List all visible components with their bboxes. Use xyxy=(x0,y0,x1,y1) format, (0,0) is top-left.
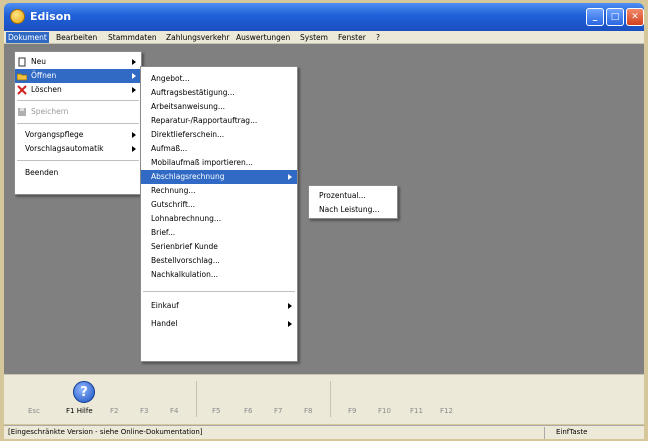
menu-item-direktlieferschein[interactable]: Direktlieferschein... xyxy=(141,128,297,142)
menu-item-gutschrift[interactable]: Gutschrift... xyxy=(141,198,297,212)
open-folder-icon xyxy=(16,71,28,81)
menu-item-aufmass[interactable]: Aufmaß... xyxy=(141,142,297,156)
submenu-arrow-icon xyxy=(132,87,136,93)
menu-item-mobilaufmass[interactable]: Mobilaufmaß importieren... xyxy=(141,156,297,170)
toolbar-divider xyxy=(196,381,197,417)
submenu-arrow-icon xyxy=(288,174,292,180)
menu-separator xyxy=(17,100,139,101)
fkey-f8[interactable]: F8 xyxy=(304,407,312,415)
fkey-f11[interactable]: F11 xyxy=(410,407,423,415)
fkey-f5[interactable]: F5 xyxy=(212,407,220,415)
minimize-button[interactable]: _ xyxy=(586,8,604,26)
fkey-f12[interactable]: F12 xyxy=(440,407,453,415)
menu-separator xyxy=(143,291,295,292)
menu-system[interactable]: System xyxy=(298,32,330,43)
oeffnen-submenu: Angebot... Auftragsbestätigung... Arbeit… xyxy=(140,66,298,362)
delete-x-icon xyxy=(17,85,27,95)
fkey-f10[interactable]: F10 xyxy=(378,407,391,415)
fkey-f4[interactable]: F4 xyxy=(170,407,178,415)
maximize-button[interactable]: □ xyxy=(606,8,624,26)
menu-dokument[interactable]: Dokument xyxy=(6,32,49,43)
help-icon[interactable]: ? xyxy=(73,381,95,403)
menu-item-neu[interactable]: Neu xyxy=(15,55,141,69)
menu-separator xyxy=(17,160,139,161)
menu-fenster[interactable]: Fenster xyxy=(336,32,368,43)
function-key-toolbar: ? Esc F1 Hilfe F2 F3 F4 F5 F6 F7 F8 F9 F… xyxy=(4,374,644,424)
fkey-f9[interactable]: F9 xyxy=(348,407,356,415)
new-document-icon xyxy=(17,57,27,67)
save-icon xyxy=(17,107,27,117)
menu-item-rechnung[interactable]: Rechnung... xyxy=(141,184,297,198)
fkey-esc[interactable]: Esc xyxy=(28,407,40,415)
fkey-f3[interactable]: F3 xyxy=(140,407,148,415)
menu-item-oeffnen[interactable]: Öffnen xyxy=(15,69,141,83)
menu-item-vorgangspflege[interactable]: Vorgangspflege xyxy=(15,128,141,142)
app-icon xyxy=(10,9,25,24)
menu-item-vorschlagsautomatik[interactable]: Vorschlagsautomatik xyxy=(15,142,141,156)
submenu-arrow-icon xyxy=(132,59,136,65)
submenu-arrow-icon xyxy=(132,73,136,79)
menu-item-abschlagsrechnung[interactable]: Abschlagsrechnung xyxy=(141,170,297,184)
window-title: Edison xyxy=(30,10,72,23)
menu-item-prozentual[interactable]: Prozentual... xyxy=(309,189,397,203)
fkey-f6[interactable]: F6 xyxy=(244,407,252,415)
submenu-arrow-icon xyxy=(288,321,292,327)
status-insert-key: EinfTaste xyxy=(556,428,588,436)
toolbar-divider xyxy=(330,381,331,417)
dokument-menu: Neu Öffnen Löschen Speichern Vorgangspfl… xyxy=(14,51,142,195)
menu-item-angebot[interactable]: Angebot... xyxy=(141,72,297,86)
submenu-arrow-icon xyxy=(132,132,136,138)
menu-item-serienbrief-kunde[interactable]: Serienbrief Kunde xyxy=(141,240,297,254)
submenu-arrow-icon xyxy=(132,146,136,152)
status-message: [Eingeschränkte Version - siehe Online-D… xyxy=(8,428,203,436)
abschlagsrechnung-submenu: Prozentual... Nach Leistung... xyxy=(308,185,398,219)
menu-item-brief[interactable]: Brief... xyxy=(141,226,297,240)
close-button[interactable]: ✕ xyxy=(626,8,644,26)
menu-item-lohnabrechnung[interactable]: Lohnabrechnung... xyxy=(141,212,297,226)
menu-separator xyxy=(17,123,139,124)
status-bar: [Eingeschränkte Version - siehe Online-D… xyxy=(4,425,644,439)
menu-item-arbeitsanweisung[interactable]: Arbeitsanweisung... xyxy=(141,100,297,114)
menu-item-beenden[interactable]: Beenden xyxy=(15,166,141,180)
menu-auswertungen[interactable]: Auswertungen xyxy=(234,32,292,43)
title-bar: Edison _ □ ✕ xyxy=(4,3,644,31)
menu-item-loeschen[interactable]: Löschen xyxy=(15,83,141,97)
menu-item-handel[interactable]: Handel xyxy=(141,317,297,331)
fkey-f1-help[interactable]: F1 Hilfe xyxy=(66,407,93,415)
menu-item-bestellvorschlag[interactable]: Bestellvorschlag... xyxy=(141,254,297,268)
fkey-f7[interactable]: F7 xyxy=(274,407,282,415)
menu-stammdaten[interactable]: Stammdaten xyxy=(106,32,159,43)
menu-item-reparaturauftrag[interactable]: Reparatur-/Rapportauftrag... xyxy=(141,114,297,128)
menu-help[interactable]: ? xyxy=(374,32,382,43)
menu-item-speichern[interactable]: Speichern xyxy=(15,105,141,119)
menu-bar: Dokument Bearbeiten Stammdaten Zahlungsv… xyxy=(4,31,644,44)
submenu-arrow-icon xyxy=(288,303,292,309)
menu-zahlungsverkehr[interactable]: Zahlungsverkehr xyxy=(164,32,231,43)
status-divider xyxy=(544,427,545,439)
menu-item-einkauf[interactable]: Einkauf xyxy=(141,299,297,313)
menu-item-nach-leistung[interactable]: Nach Leistung... xyxy=(309,203,397,217)
fkey-f2[interactable]: F2 xyxy=(110,407,118,415)
menu-item-nachkalkulation[interactable]: Nachkalkulation... xyxy=(141,268,297,282)
menu-item-auftragsbestaetigung[interactable]: Auftragsbestätigung... xyxy=(141,86,297,100)
menu-bearbeiten[interactable]: Bearbeiten xyxy=(54,32,99,43)
